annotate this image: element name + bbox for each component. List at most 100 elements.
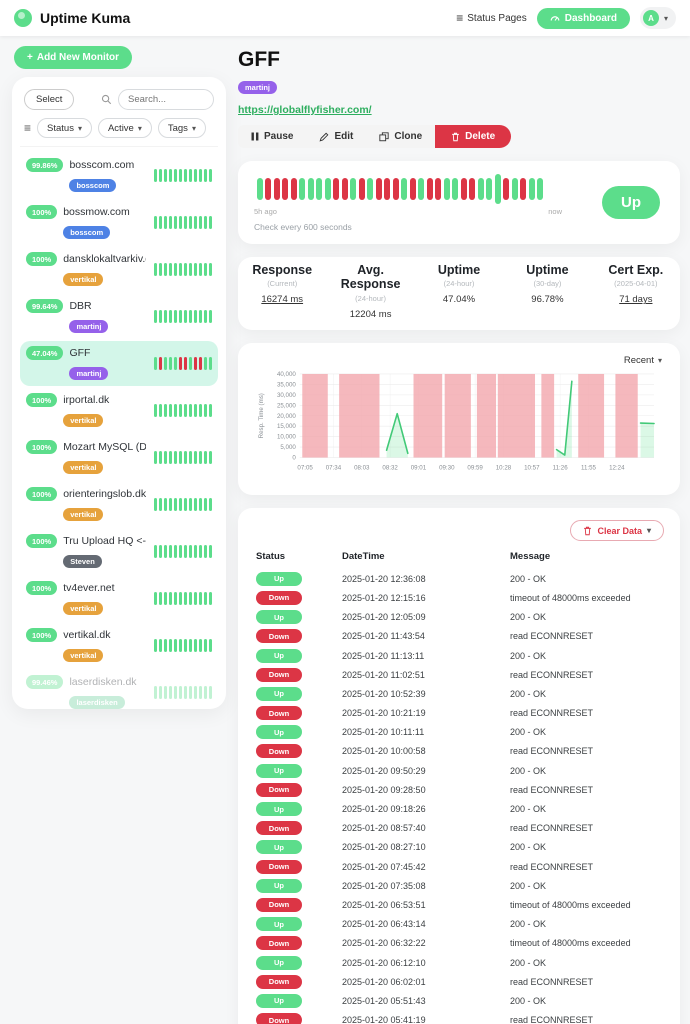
heartbeat-tick[interactable] bbox=[184, 169, 188, 182]
heartbeat-tick[interactable] bbox=[495, 174, 501, 204]
monitor-list-item[interactable]: 99.64%DBRmartinj bbox=[20, 294, 218, 339]
delete-button[interactable]: Delete bbox=[435, 125, 511, 148]
heartbeat-tick[interactable] bbox=[159, 686, 163, 699]
heartbeat-tick[interactable] bbox=[199, 592, 203, 605]
heartbeat-tick[interactable] bbox=[179, 451, 183, 464]
heartbeat-tick[interactable] bbox=[209, 357, 213, 370]
heartbeat-tick[interactable] bbox=[179, 686, 183, 699]
monitor-list-item[interactable]: 100%vertikal.dkvertikal bbox=[20, 623, 218, 668]
heartbeat-tick[interactable] bbox=[194, 216, 198, 229]
heartbeat-tick[interactable] bbox=[503, 178, 509, 200]
heartbeat-tick[interactable] bbox=[179, 216, 183, 229]
heartbeat-tick[interactable] bbox=[169, 404, 173, 417]
heartbeat-tick[interactable] bbox=[199, 498, 203, 511]
heartbeat-tick[interactable] bbox=[486, 178, 492, 200]
heartbeat-tick[interactable] bbox=[308, 178, 314, 200]
heartbeat-tick[interactable] bbox=[199, 169, 203, 182]
heartbeat-tick[interactable] bbox=[209, 404, 213, 417]
filter-active[interactable]: Active▾ bbox=[98, 118, 152, 138]
heartbeat-tick[interactable] bbox=[537, 178, 543, 200]
heartbeat-tick[interactable] bbox=[154, 686, 158, 699]
heartbeat-tick[interactable] bbox=[169, 545, 173, 558]
heartbeat-tick[interactable] bbox=[204, 216, 208, 229]
search-input[interactable] bbox=[118, 89, 214, 110]
heartbeat-tick[interactable] bbox=[529, 178, 535, 200]
heartbeat-tick[interactable] bbox=[189, 404, 193, 417]
heartbeat-tick[interactable] bbox=[184, 639, 188, 652]
heartbeat-tick[interactable] bbox=[154, 263, 158, 276]
heartbeat-tick[interactable] bbox=[159, 404, 163, 417]
heartbeat-tick[interactable] bbox=[189, 451, 193, 464]
heartbeat-tick[interactable] bbox=[282, 178, 288, 200]
heartbeat-tick[interactable] bbox=[189, 545, 193, 558]
heartbeat-tick[interactable] bbox=[199, 263, 203, 276]
heartbeat-tick[interactable] bbox=[194, 404, 198, 417]
heartbeat-tick[interactable] bbox=[179, 310, 183, 323]
heartbeat-tick[interactable] bbox=[452, 178, 458, 200]
heartbeat-tick[interactable] bbox=[159, 310, 163, 323]
list-layout-icon[interactable]: ≡ bbox=[24, 121, 31, 135]
heartbeat-tick[interactable] bbox=[184, 404, 188, 417]
heartbeat-tick[interactable] bbox=[154, 357, 158, 370]
heartbeat-tick[interactable] bbox=[189, 169, 193, 182]
chart-range-select[interactable]: Recent ▾ bbox=[254, 355, 664, 368]
heartbeat-tick[interactable] bbox=[199, 639, 203, 652]
heartbeat-tick[interactable] bbox=[159, 216, 163, 229]
dashboard-button[interactable]: Dashboard bbox=[537, 8, 630, 29]
heartbeat-tick[interactable] bbox=[209, 639, 213, 652]
heartbeat-tick[interactable] bbox=[179, 263, 183, 276]
stat-value[interactable]: 16274 ms bbox=[242, 294, 322, 305]
heartbeat-tick[interactable] bbox=[174, 263, 178, 276]
heartbeat-tick[interactable] bbox=[184, 686, 188, 699]
heartbeat-tick[interactable] bbox=[427, 178, 433, 200]
heartbeat-tick[interactable] bbox=[154, 216, 158, 229]
heartbeat-tick[interactable] bbox=[199, 357, 203, 370]
pause-button[interactable]: Pause bbox=[238, 125, 306, 148]
heartbeat-tick[interactable] bbox=[154, 498, 158, 511]
heartbeat-tick[interactable] bbox=[164, 263, 168, 276]
heartbeat-tick[interactable] bbox=[209, 592, 213, 605]
heartbeat-tick[interactable] bbox=[154, 169, 158, 182]
heartbeat-tick[interactable] bbox=[350, 178, 356, 200]
heartbeat-tick[interactable] bbox=[469, 178, 475, 200]
heartbeat-tick[interactable] bbox=[169, 357, 173, 370]
heartbeat-tick[interactable] bbox=[164, 216, 168, 229]
heartbeat-tick[interactable] bbox=[164, 169, 168, 182]
heartbeat-tick[interactable] bbox=[184, 310, 188, 323]
heartbeat-tick[interactable] bbox=[204, 592, 208, 605]
heartbeat-tick[interactable] bbox=[204, 545, 208, 558]
heartbeat-tick[interactable] bbox=[169, 169, 173, 182]
heartbeat-tick[interactable] bbox=[184, 545, 188, 558]
heartbeat-tick[interactable] bbox=[316, 178, 322, 200]
monitor-list-item[interactable]: 100%irportal.dkvertikal bbox=[20, 388, 218, 433]
heartbeat-tick[interactable] bbox=[154, 451, 158, 464]
heartbeat-tick[interactable] bbox=[418, 178, 424, 200]
heartbeat-tick[interactable] bbox=[154, 310, 158, 323]
heartbeat-tick[interactable] bbox=[189, 310, 193, 323]
heartbeat-bar[interactable] bbox=[254, 173, 588, 205]
monitor-list-item[interactable]: 100%Tru Upload HQ <->DrupalSteven bbox=[20, 529, 218, 574]
heartbeat-tick[interactable] bbox=[154, 404, 158, 417]
heartbeat-tick[interactable] bbox=[159, 592, 163, 605]
heartbeat-tick[interactable] bbox=[333, 178, 339, 200]
heartbeat-tick[interactable] bbox=[169, 216, 173, 229]
heartbeat-tick[interactable] bbox=[194, 545, 198, 558]
heartbeat-tick[interactable] bbox=[164, 404, 168, 417]
heartbeat-tick[interactable] bbox=[401, 178, 407, 200]
heartbeat-tick[interactable] bbox=[189, 216, 193, 229]
heartbeat-tick[interactable] bbox=[199, 686, 203, 699]
heartbeat-tick[interactable] bbox=[164, 310, 168, 323]
heartbeat-tick[interactable] bbox=[154, 545, 158, 558]
heartbeat-tick[interactable] bbox=[174, 592, 178, 605]
monitor-list-item[interactable]: 99.46%laserdisken.dklaserdisken bbox=[20, 670, 218, 709]
heartbeat-tick[interactable] bbox=[179, 545, 183, 558]
heartbeat-tick[interactable] bbox=[199, 216, 203, 229]
heartbeat-tick[interactable] bbox=[174, 404, 178, 417]
heartbeat-tick[interactable] bbox=[199, 545, 203, 558]
heartbeat-tick[interactable] bbox=[325, 178, 331, 200]
heartbeat-tick[interactable] bbox=[189, 639, 193, 652]
clone-button[interactable]: Clone bbox=[366, 125, 435, 148]
heartbeat-tick[interactable] bbox=[174, 686, 178, 699]
monitor-list-item[interactable]: 100%dansklokaltvarkiv.dkvertikal bbox=[20, 247, 218, 292]
heartbeat-tick[interactable] bbox=[169, 263, 173, 276]
